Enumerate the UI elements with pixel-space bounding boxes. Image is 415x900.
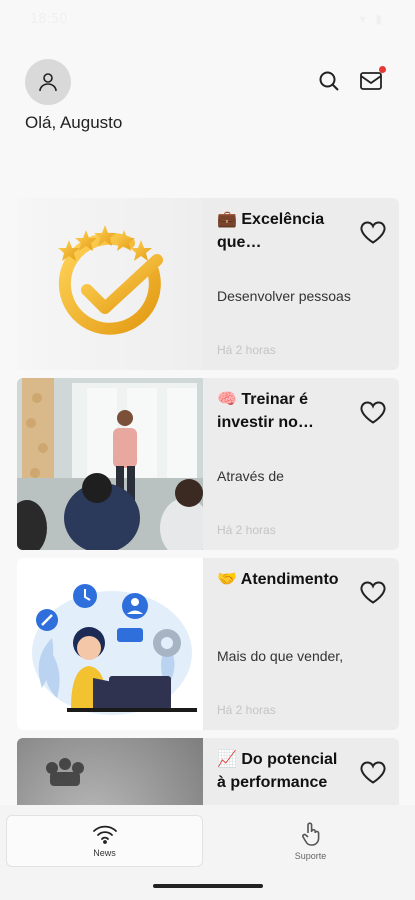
- news-feed: 💼 Excelência que transformam Desenvolver…: [17, 198, 399, 900]
- card-title: 🧠 Treinar é investir no futuro: [217, 391, 309, 431]
- heart-icon[interactable]: [359, 219, 387, 245]
- heart-icon[interactable]: [359, 399, 387, 425]
- support-illustration: [32, 584, 197, 715]
- tab-support-label: Suporte: [294, 851, 327, 861]
- tab-news-label: News: [93, 848, 116, 858]
- gold-check-icon: [58, 225, 163, 335]
- search-icon: [319, 71, 339, 91]
- card-title: 🤝 Atendimento: [217, 571, 339, 588]
- wifi-icon: [92, 825, 117, 844]
- greeting: Olá, Augusto: [25, 113, 123, 132]
- news-card[interactable]: 💼 Excelência que transformam Desenvolver…: [17, 198, 399, 370]
- card-title: 📈 Do potencial à performance: [217, 751, 338, 791]
- card-description: Desenvolver pessoas: [217, 288, 351, 304]
- mail-button[interactable]: [357, 66, 386, 95]
- training-photo: [17, 378, 203, 550]
- home-indicator: [153, 884, 263, 888]
- card-description: Mais do que vender,: [217, 648, 344, 664]
- heart-icon[interactable]: [359, 759, 387, 785]
- card-body: 🧠 Treinar é investir no futuro Através d…: [203, 378, 399, 550]
- card-time: Há 2 horas: [217, 343, 276, 357]
- card-description: Através de: [217, 468, 284, 484]
- card-title: 💼 Excelência que transformam: [217, 211, 325, 251]
- card-time: Há 2 horas: [217, 703, 276, 717]
- status-icons: ▾ ▮: [359, 12, 385, 26]
- avatar[interactable]: [25, 59, 71, 105]
- status-bar: 18:50 ▾ ▮: [0, 0, 415, 40]
- news-card[interactable]: 🧠 Treinar é investir no futuro Através d…: [17, 378, 399, 550]
- notification-dot: [379, 66, 386, 73]
- tab-news[interactable]: News: [6, 815, 203, 867]
- card-body: 🤝 Atendimento Mais do que vender, Há 2 h…: [203, 558, 399, 730]
- header: Olá, Augusto: [0, 55, 415, 145]
- tab-support[interactable]: Suporte: [212, 815, 409, 867]
- card-time: Há 2 horas: [217, 523, 276, 537]
- heart-icon[interactable]: [359, 579, 387, 605]
- person-icon: [39, 73, 57, 92]
- card-body: 💼 Excelência que transformam Desenvolver…: [203, 198, 399, 370]
- news-card[interactable]: 🤝 Atendimento Mais do que vender, Há 2 h…: [17, 558, 399, 730]
- mail-icon: [360, 72, 382, 90]
- status-time: 18:50: [30, 12, 68, 27]
- card-image-checkmark: [17, 198, 203, 370]
- card-image-support: [17, 558, 203, 730]
- search-button[interactable]: [315, 67, 343, 95]
- hand-pointer-icon: [301, 822, 319, 846]
- card-image-training: [17, 378, 203, 550]
